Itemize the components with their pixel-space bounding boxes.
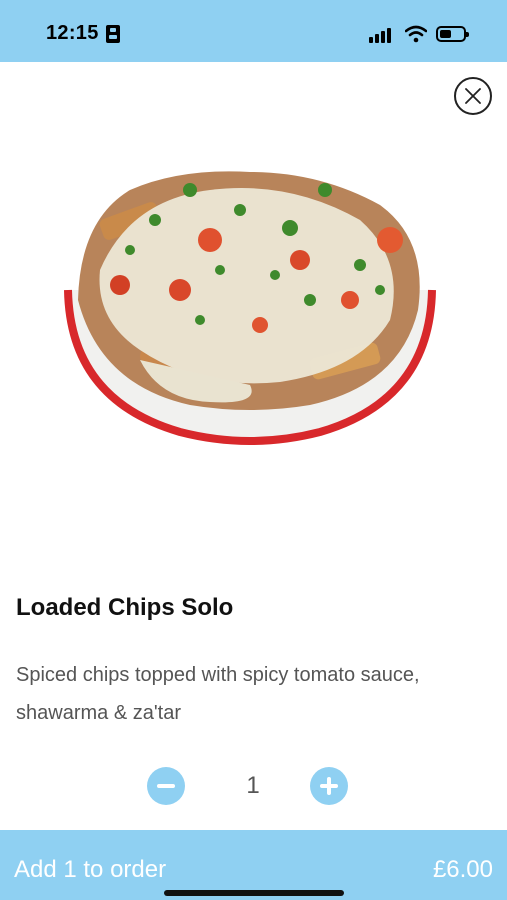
increase-quantity-button[interactable] (310, 767, 348, 805)
home-indicator[interactable] (164, 890, 344, 896)
decrease-quantity-button[interactable] (147, 767, 185, 805)
add-to-order-label: Add 1 to order (14, 856, 167, 883)
minus-circle-icon (157, 784, 175, 788)
product-description: Spiced chips topped with spicy tomato sa… (16, 664, 420, 724)
orientation-lock-icon (106, 25, 120, 43)
product-title: Loaded Chips Solo (16, 594, 234, 621)
close-icon (465, 88, 481, 104)
status-time: 12:15 (46, 22, 99, 44)
battery-icon (436, 26, 469, 42)
quantity-stepper: 1 (0, 766, 507, 806)
status-bar: 12:15 (0, 0, 507, 62)
wifi-icon (405, 25, 427, 43)
quantity-value: 1 (246, 772, 260, 799)
order-price: £6.00 (432, 856, 493, 883)
cellular-signal-icon (369, 27, 395, 43)
close-button[interactable] (454, 77, 492, 115)
loaded-chips-bowl-image (64, 171, 436, 445)
